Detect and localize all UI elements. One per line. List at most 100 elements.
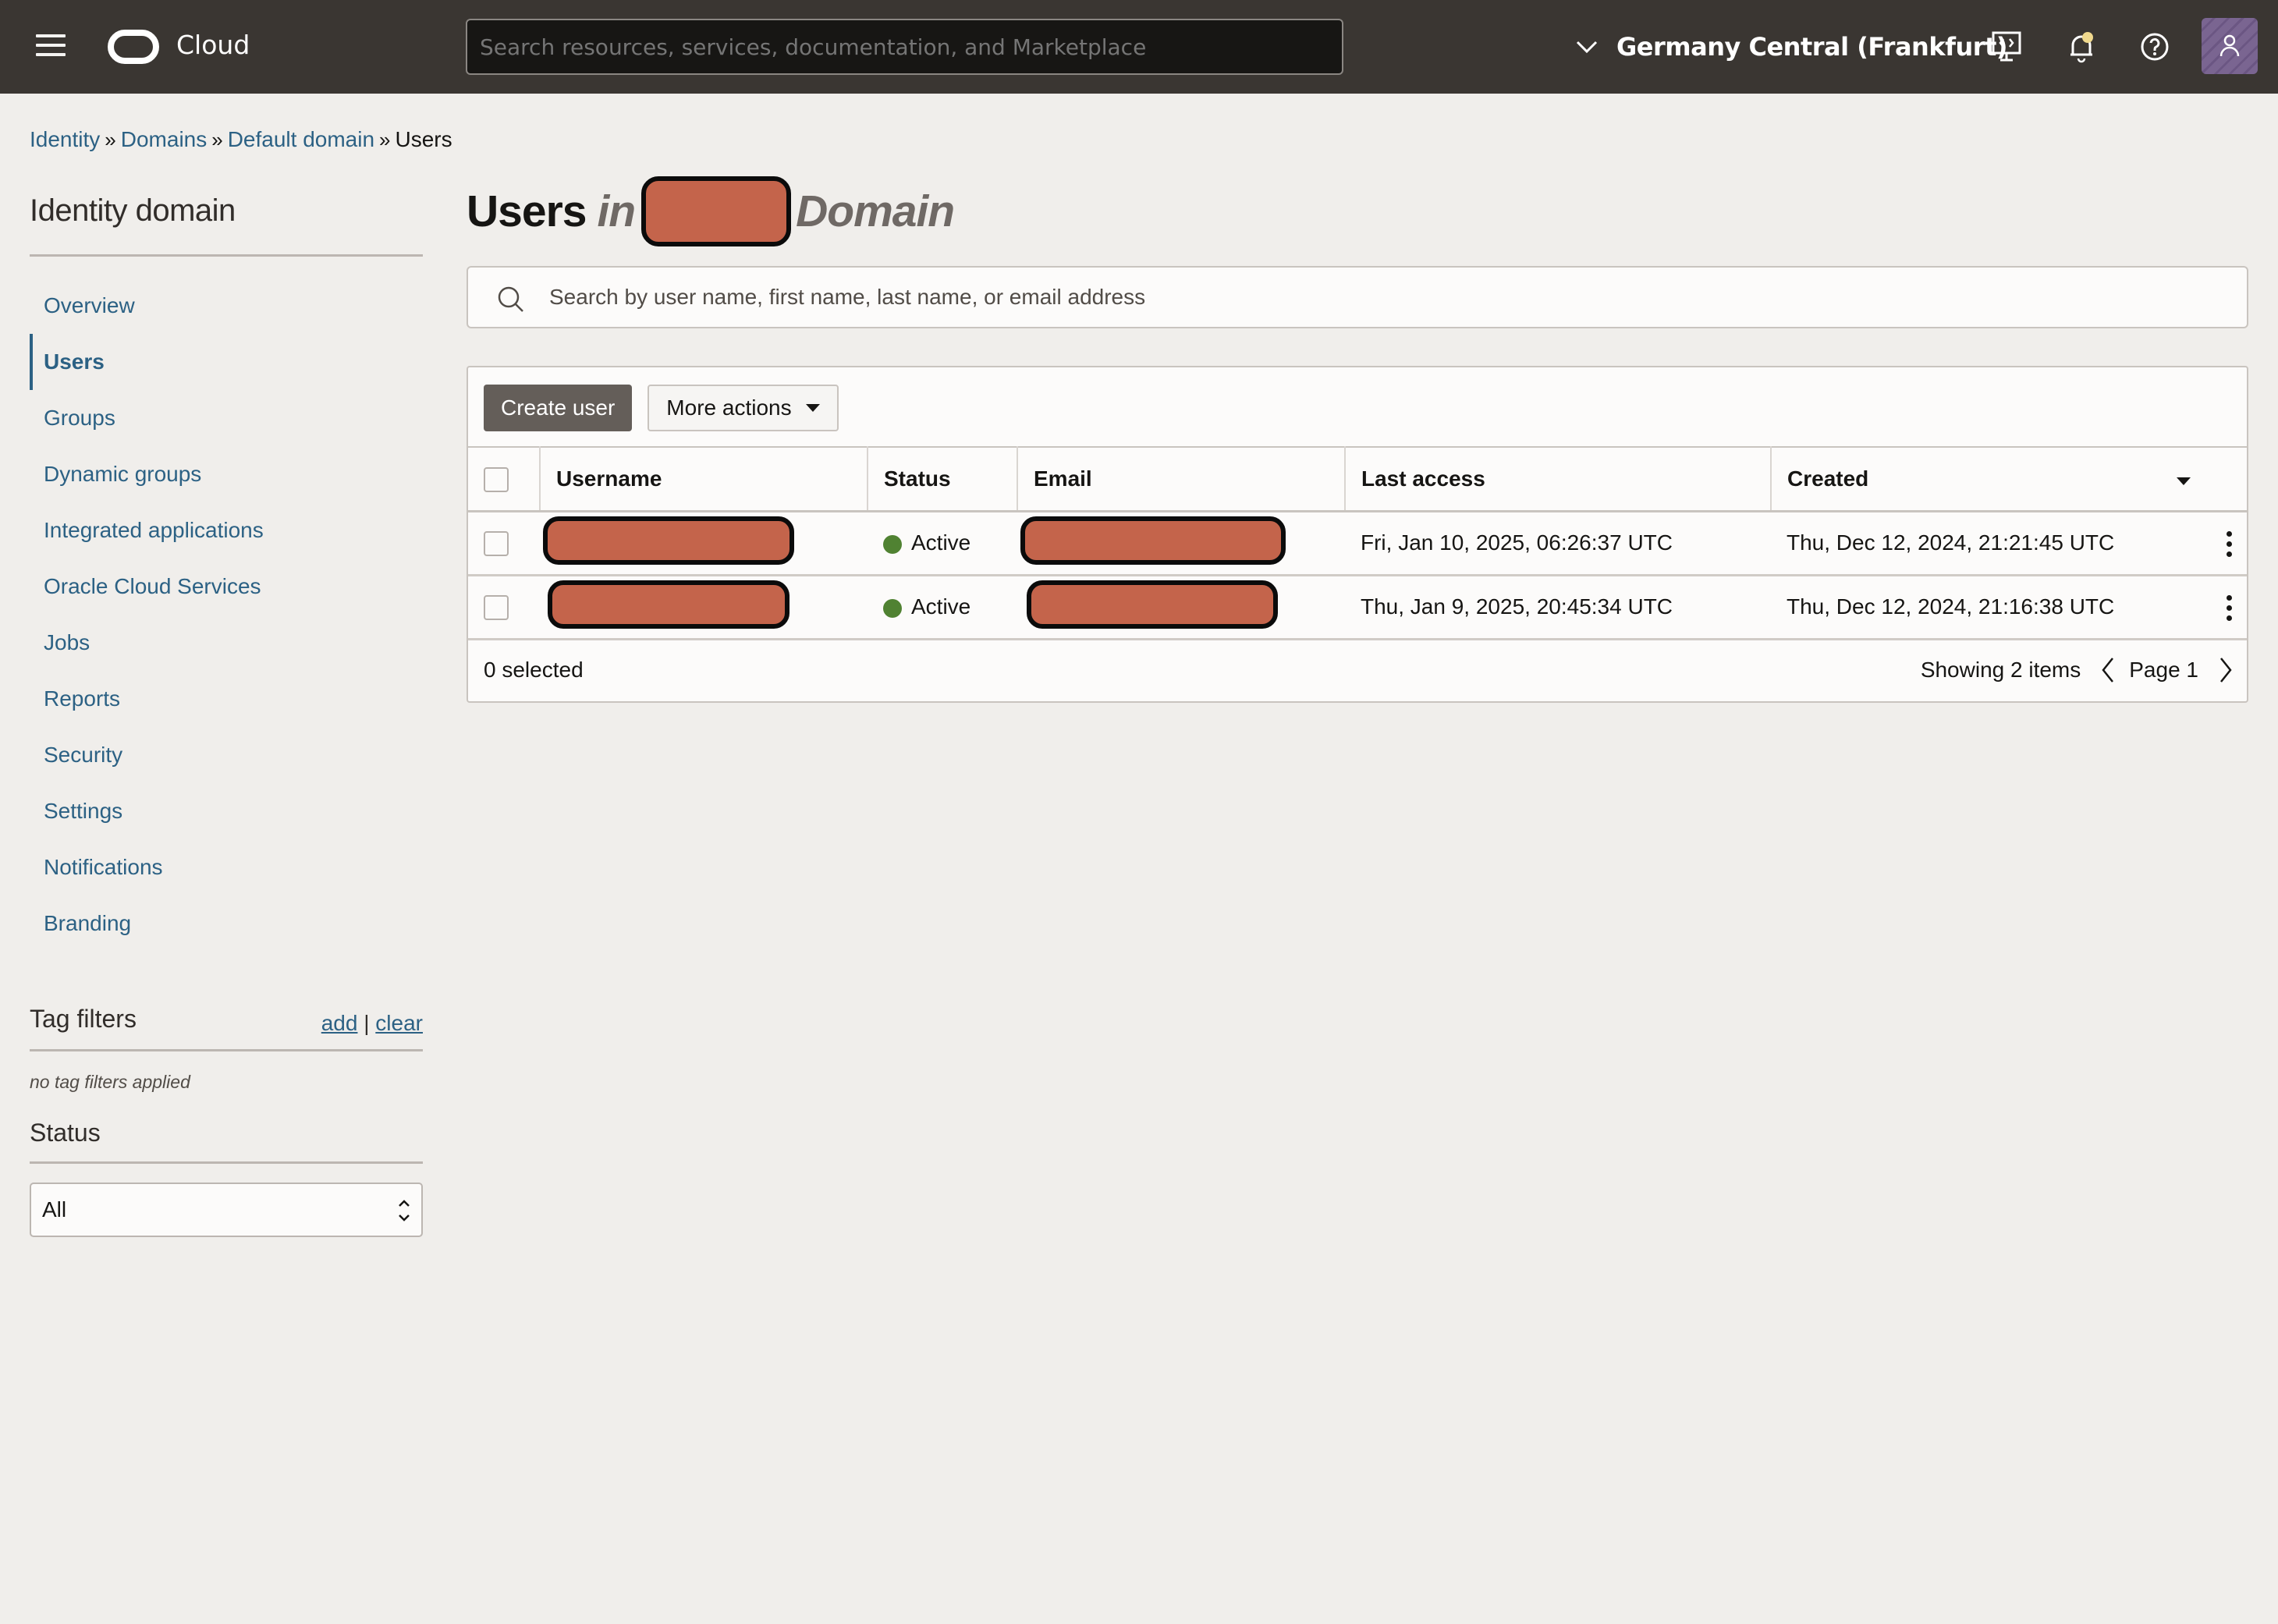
created-header-label: Created <box>1787 466 1869 491</box>
sidebar-title: Identity domain <box>30 193 236 228</box>
status-divider <box>30 1161 423 1164</box>
user-search-input[interactable] <box>549 268 2227 327</box>
sidebar-item-overview[interactable]: Overview <box>30 278 423 334</box>
users-table: Username Status Email Last access Create… <box>468 446 2247 640</box>
redacted-username <box>543 516 794 565</box>
row-checkbox[interactable] <box>484 530 509 556</box>
table-row: Active Thu, Jan 9, 2025, 20:45:34 UTC Th… <box>468 575 2247 640</box>
status-text: Active <box>911 594 971 619</box>
sort-descending-icon[interactable] <box>2177 477 2191 485</box>
users-panel: Create user More actions Username Status… <box>467 366 2248 703</box>
redacted-email <box>1020 516 1286 565</box>
sidebar-item-reports[interactable]: Reports <box>30 671 423 727</box>
add-tag-filter-link[interactable]: add <box>321 1011 358 1035</box>
column-header-status[interactable]: Status <box>868 446 1018 512</box>
search-icon <box>498 286 523 312</box>
status-text: Active <box>911 530 971 555</box>
sidebar-item-branding[interactable]: Branding <box>30 895 423 952</box>
region-selector[interactable]: Germany Central (Frankfurt) <box>1574 28 2008 66</box>
more-actions-label: More actions <box>666 395 792 420</box>
clear-tag-filter-link[interactable]: clear <box>375 1011 423 1035</box>
tag-actions-separator: | <box>364 1011 370 1035</box>
sidebar-item-security[interactable]: Security <box>30 727 423 783</box>
sidebar-nav: Overview Users Groups Dynamic groups Int… <box>30 278 423 952</box>
sidebar-item-settings[interactable]: Settings <box>30 783 423 839</box>
last-access-cell: Fri, Jan 10, 2025, 06:26:37 UTC <box>1345 511 1771 576</box>
breadcrumb-domains[interactable]: Domains <box>121 127 207 152</box>
select-arrows-icon <box>399 1200 410 1222</box>
created-value: Thu, Dec 12, 2024, 21:16:38 UTC <box>1787 594 2115 619</box>
sidebar-item-jobs[interactable]: Jobs <box>30 615 423 671</box>
tag-filters-title: Tag filters <box>30 1005 137 1033</box>
top-bar: Cloud Germany Central (Frankfurt) <box>0 0 2278 94</box>
pagination: Showing 2 items Page 1 <box>1921 656 2234 684</box>
more-actions-button[interactable]: More actions <box>648 385 839 431</box>
email-cell <box>1017 575 1345 640</box>
sidebar-item-integrated-applications[interactable]: Integrated applications <box>30 502 423 558</box>
sidebar-item-groups[interactable]: Groups <box>30 390 423 446</box>
brand-name[interactable]: Cloud <box>176 30 250 60</box>
sidebar-divider <box>30 254 423 257</box>
row-actions-menu-icon[interactable] <box>2227 594 2233 621</box>
status-cell: Active <box>868 575 1017 640</box>
title-users: Users <box>467 186 587 236</box>
breadcrumb-separator: » <box>105 127 116 151</box>
status-filter-value: All <box>42 1197 67 1222</box>
breadcrumb-separator: » <box>211 127 223 151</box>
sidebar-item-dynamic-groups[interactable]: Dynamic groups <box>30 446 423 502</box>
user-profile-icon[interactable] <box>2202 18 2258 74</box>
user-search-box <box>467 266 2248 328</box>
developer-tools-icon[interactable] <box>1988 28 2025 66</box>
breadcrumb-default-domain[interactable]: Default domain <box>228 127 374 152</box>
next-page-icon[interactable] <box>2217 656 2234 684</box>
created-cell: Thu, Dec 12, 2024, 21:21:45 UTC <box>1771 511 2247 576</box>
column-header-username[interactable]: Username <box>540 446 868 512</box>
title-in: in <box>597 186 636 236</box>
sidebar-item-users[interactable]: Users <box>30 334 423 390</box>
breadcrumb: Identity » Domains » Default domain » Us… <box>30 127 452 152</box>
breadcrumb-identity[interactable]: Identity <box>30 127 100 152</box>
help-icon[interactable] <box>2136 28 2173 66</box>
sidebar-item-notifications[interactable]: Notifications <box>30 839 423 895</box>
row-select-cell <box>468 511 540 576</box>
breadcrumb-separator: » <box>379 127 391 151</box>
column-header-email[interactable]: Email <box>1017 446 1346 512</box>
oracle-logo-icon[interactable] <box>108 30 159 64</box>
person-icon <box>2219 34 2240 57</box>
select-all-checkbox[interactable] <box>484 466 509 492</box>
column-header-last-access[interactable]: Last access <box>1345 446 1772 512</box>
create-user-button[interactable]: Create user <box>484 385 633 431</box>
region-label: Germany Central (Frankfurt) <box>1616 32 2008 62</box>
menu-icon[interactable] <box>36 34 66 59</box>
status-filter-title: Status <box>30 1119 101 1147</box>
page-number: Page 1 <box>2129 658 2198 682</box>
caret-down-icon <box>805 404 820 412</box>
redacted-email <box>1027 580 1278 629</box>
username-cell[interactable] <box>540 575 868 640</box>
created-cell: Thu, Dec 12, 2024, 21:16:38 UTC <box>1771 575 2247 640</box>
page-title: Users in Domain <box>467 176 955 246</box>
global-search-input[interactable] <box>466 19 1343 75</box>
status-active-icon <box>883 534 902 554</box>
table-row: Active Fri, Jan 10, 2025, 06:26:37 UTC T… <box>468 511 2247 576</box>
email-cell <box>1017 511 1345 576</box>
row-select-cell <box>468 575 540 640</box>
title-domain: Domain <box>796 186 955 236</box>
last-access-cell: Thu, Jan 9, 2025, 20:45:34 UTC <box>1345 575 1771 640</box>
table-footer: 0 selected Showing 2 items Page 1 <box>484 647 2234 693</box>
status-active-icon <box>883 598 902 618</box>
status-filter-select[interactable]: All <box>30 1183 423 1237</box>
select-all-cell <box>468 446 541 512</box>
notifications-bell-icon[interactable] <box>2063 28 2100 66</box>
chevron-down-icon <box>1576 41 1598 54</box>
column-header-created[interactable]: Created <box>1771 446 2247 512</box>
row-checkbox[interactable] <box>484 594 509 620</box>
redacted-domain-name <box>641 176 792 246</box>
no-tag-filters-text: no tag filters applied <box>30 1072 190 1092</box>
username-cell[interactable] <box>540 511 868 576</box>
row-actions-menu-icon[interactable] <box>2227 530 2233 557</box>
status-cell: Active <box>868 511 1017 576</box>
previous-page-icon[interactable] <box>2099 656 2117 684</box>
sidebar-item-oracle-cloud-services[interactable]: Oracle Cloud Services <box>30 558 423 615</box>
created-value: Thu, Dec 12, 2024, 21:21:45 UTC <box>1787 530 2115 555</box>
